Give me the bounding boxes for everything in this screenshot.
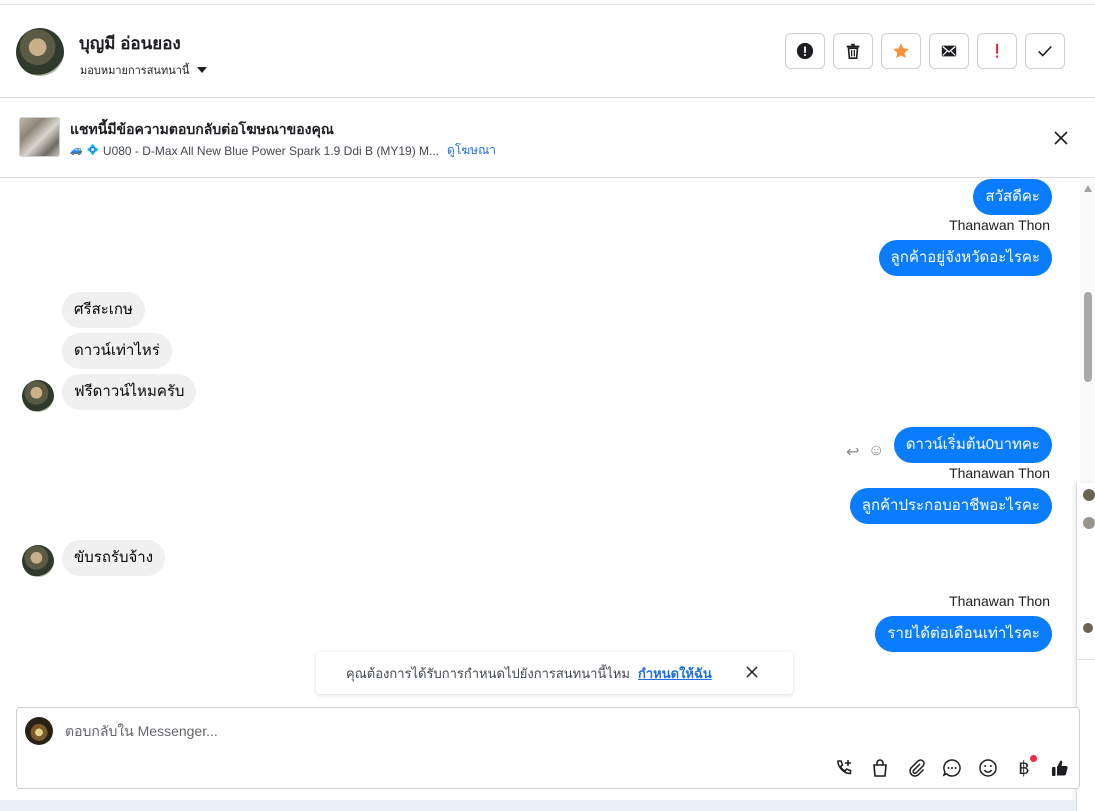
conversation-header: บุญมี อ่อนยอง มอบหมายการสนทนานี้ xyxy=(0,4,1095,98)
close-banner-button[interactable] xyxy=(1051,128,1071,148)
reply-icon[interactable]: ↩ xyxy=(846,442,859,462)
sender-name: Thanawan Thon xyxy=(949,465,1050,481)
close-icon[interactable] xyxy=(745,665,759,679)
star-icon xyxy=(893,43,909,59)
ad-text: U080 - D-Max All New Blue Power Spark 1.… xyxy=(102,143,440,158)
notice-text: คุณต้องการได้รับการกำหนดไปยังการสนทนานี้… xyxy=(346,665,630,681)
exclamation-icon xyxy=(996,43,999,58)
call-button[interactable] xyxy=(831,755,857,781)
panel-avatar xyxy=(1083,489,1095,501)
sender-name: Thanawan Thon xyxy=(949,217,1050,233)
panel-avatar xyxy=(1083,623,1093,633)
ad-reply-banner: แชทนี้มีข้อความตอบกลับต่อโฆษณาของคุณ 🚙 💠… xyxy=(0,98,1095,178)
payment-button[interactable]: ฿ xyxy=(1011,755,1037,781)
baht-icon: ฿ xyxy=(1018,757,1030,778)
banner-title: แชทนี้มีข้อความตอบกลับต่อโฆษณาของคุณ xyxy=(70,121,334,137)
mark-unread-button[interactable] xyxy=(929,33,969,69)
message-composer: ฿ xyxy=(16,707,1080,789)
incoming-message[interactable]: ศรีสะเกษ xyxy=(62,292,145,328)
incoming-message[interactable]: ฟรีดาวน์ไหมครับ xyxy=(62,374,197,410)
close-icon xyxy=(1054,131,1068,145)
bottom-bar xyxy=(0,800,1076,811)
assign-conversation-dropdown[interactable]: มอบหมายการสนทนานี้ xyxy=(80,61,208,79)
emoji-icon xyxy=(979,759,997,777)
saved-reply-icon xyxy=(942,759,961,777)
view-ad-link[interactable]: ดูโฆษณา xyxy=(447,141,496,160)
incoming-message[interactable]: ดาวน์เท่าไหร่ xyxy=(62,333,172,369)
assign-notice: คุณต้องการได้รับการกำหนดไปยังการสนทนานี้… xyxy=(316,652,793,694)
ad-thumbnail[interactable] xyxy=(19,117,60,157)
outgoing-message[interactable]: ดาวน์เริ่มต้น0บาทคะ xyxy=(893,427,1052,463)
diamond-icon: 💠 xyxy=(86,145,99,156)
inbox-conversation-view: บุญมี อ่อนยอง มอบหมายการสนทนานี้ แชทนี้ม… xyxy=(0,0,1095,811)
star-button[interactable] xyxy=(881,33,921,69)
spam-report-button[interactable] xyxy=(785,33,825,69)
scroll-up-arrow-icon[interactable] xyxy=(1084,185,1092,192)
contact-name[interactable]: บุญมี อ่อนยอง xyxy=(79,30,181,57)
contact-mini-avatar xyxy=(22,545,54,577)
truck-icon: 🚙 xyxy=(70,145,83,156)
thumbs-up-icon xyxy=(1052,760,1068,776)
page-avatar xyxy=(25,717,53,745)
alert-circle-icon xyxy=(796,42,814,60)
emoji-react-icon[interactable]: ☺ xyxy=(868,442,884,460)
paperclip-icon xyxy=(909,759,925,777)
ad-details: 🚙 💠 U080 - D-Max All New Blue Power Spar… xyxy=(70,141,496,160)
scrollbar-thumb[interactable] xyxy=(1084,292,1092,382)
incoming-message[interactable]: ขับรถรับจ้าง xyxy=(62,540,166,576)
assign-label: มอบหมายการสนทนานี้ xyxy=(80,65,190,77)
composer-tools: ฿ xyxy=(831,755,1073,781)
outgoing-message[interactable]: ลูกค้าประกอบอาชีพอะไรคะ xyxy=(849,488,1052,524)
assign-to-me-link[interactable]: กำหนดให้ฉัน xyxy=(638,663,712,684)
attach-button[interactable] xyxy=(903,755,929,781)
shop-button[interactable] xyxy=(867,755,893,781)
mark-done-button[interactable] xyxy=(1025,33,1065,69)
follow-up-button[interactable] xyxy=(977,33,1017,69)
envelope-icon xyxy=(941,45,957,57)
panel-divider xyxy=(1077,659,1095,660)
reply-input[interactable] xyxy=(65,720,965,742)
like-button[interactable] xyxy=(1047,755,1073,781)
outgoing-message[interactable]: สวัสดีคะ xyxy=(973,179,1052,215)
trash-icon xyxy=(846,43,860,60)
shopping-bag-icon xyxy=(873,759,887,777)
delete-button[interactable] xyxy=(833,33,873,69)
outgoing-message[interactable]: ลูกค้าอยู่จังหวัดอะไรคะ xyxy=(878,240,1052,276)
phone-add-icon xyxy=(837,760,852,775)
emoji-button[interactable] xyxy=(975,755,1001,781)
checkmark-icon xyxy=(1038,45,1052,57)
notification-dot xyxy=(1030,755,1037,762)
contact-mini-avatar xyxy=(22,380,54,412)
sender-name: Thanawan Thon xyxy=(949,593,1050,609)
saved-reply-button[interactable] xyxy=(939,755,965,781)
panel-thumbnail xyxy=(1083,517,1095,529)
caret-down-icon xyxy=(197,67,208,73)
conversation-toolbar xyxy=(785,33,1065,69)
outgoing-message[interactable]: รายได้ต่อเดือนเท่าไรคะ xyxy=(875,616,1052,652)
contact-avatar[interactable] xyxy=(16,28,64,76)
message-thread: สวัสดีคะ Thanawan Thon ลูกค้าอยู่จังหวัด… xyxy=(0,179,1080,703)
